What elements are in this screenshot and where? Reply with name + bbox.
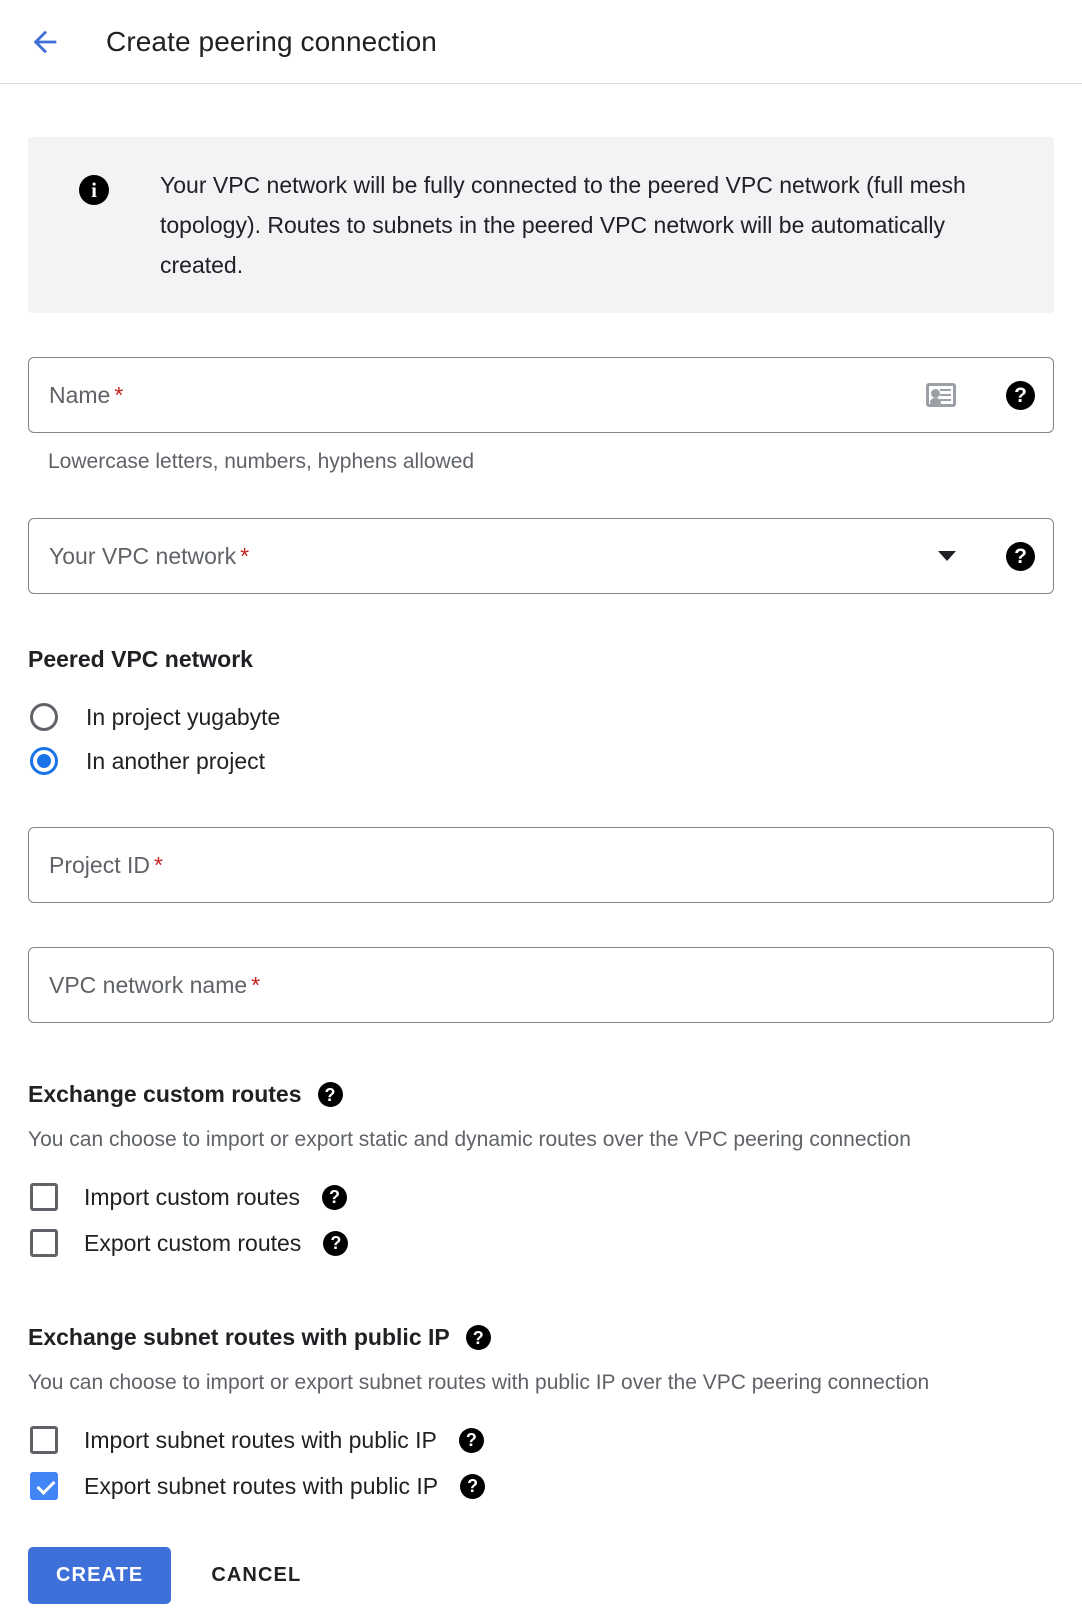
radio-label: In project yugabyte [86,703,281,730]
radio-in-another-project[interactable]: In another project [28,739,1054,783]
create-button[interactable]: CREATE [28,1547,172,1604]
back-arrow-glyph [33,30,57,53]
peered-vpc-network-title: Peered VPC network [28,646,1054,673]
page-title: Create peering connection [106,25,437,57]
checkbox-label: Import subnet routes with public IP [84,1426,437,1453]
back-arrow-icon[interactable] [22,19,68,65]
checkbox-export-subnet-routes-public-ip[interactable]: Export subnet routes with public IP ? [28,1463,1054,1509]
radio-in-project-yugabyte[interactable]: In project yugabyte [28,695,1054,739]
help-icon-exchange-subnet-routes[interactable]: ? [465,1325,491,1350]
exchange-custom-routes-description: You can choose to import or export stati… [28,1128,911,1151]
chevron-down-icon[interactable] [938,551,956,561]
form-actions: CREATE CANCEL [28,1547,1054,1624]
exchange-custom-routes-checkboxes: Import custom routes ? Export custom rou… [28,1174,1054,1266]
exchange-subnet-routes-title: Exchange subnet routes with public IP ? [28,1324,1054,1351]
cancel-button[interactable]: CANCEL [189,1547,323,1604]
page-header: Create peering connection [0,0,1082,84]
checkbox-box-icon[interactable] [30,1183,58,1211]
radio-circle-icon[interactable] [30,703,58,731]
name-input-label: Name * [49,381,124,408]
project-id-label: Project ID * [49,851,163,878]
help-icon-export-subnet-routes[interactable]: ? [460,1473,486,1499]
help-icon-import-subnet-routes[interactable]: ? [458,1427,484,1453]
your-vpc-network-select[interactable]: Your VPC network * ? [28,518,1054,594]
info-icon: i [79,175,109,205]
checkbox-label: Import custom routes [84,1183,301,1210]
info-icon-container: i [28,165,160,205]
checkbox-label: Export custom routes [84,1229,302,1256]
your-vpc-network-label: Your VPC network * [49,542,250,569]
exchange-custom-routes-section: Exchange custom routes ? You can choose … [28,1081,1054,1266]
exchange-subnet-routes-title-text: Exchange subnet routes with public IP [28,1324,450,1350]
exchange-subnet-routes-checkboxes: Import subnet routes with public IP ? Ex… [28,1417,1054,1509]
required-marker: * [251,971,261,998]
vpc-network-name-label: VPC network name * [49,971,261,998]
checkbox-box-icon[interactable] [30,1426,58,1454]
checkbox-label: Export subnet routes with public IP [84,1472,439,1499]
peered-vpc-network-title-text: Peered VPC network [28,646,253,672]
exchange-custom-routes-title: Exchange custom routes ? [28,1081,1054,1108]
checkbox-import-subnet-routes-public-ip[interactable]: Import subnet routes with public IP ? [28,1417,1054,1463]
info-banner-text: Your VPC network will be fully connected… [160,172,966,278]
help-icon-export-custom-routes[interactable]: ? [323,1230,349,1256]
help-icon-your-vpc-network[interactable]: ? [1006,541,1035,571]
required-marker: * [153,851,163,878]
project-id-input[interactable]: Project ID * [28,827,1054,903]
required-marker: * [240,542,250,569]
checkbox-import-custom-routes[interactable]: Import custom routes ? [28,1174,1054,1220]
help-icon-import-custom-routes[interactable]: ? [322,1184,348,1210]
peered-vpc-network-radio-group: In project yugabyte In another project [28,695,1054,783]
peered-vpc-network-section: Peered VPC network In project yugabyte I… [28,646,1054,783]
your-vpc-network-icons: ? [938,541,1035,571]
contact-card-icon[interactable] [926,383,956,407]
name-field-icons: ? [926,380,1035,410]
exchange-subnet-routes-section: Exchange subnet routes with public IP ? … [28,1324,1054,1509]
name-input[interactable]: Name * ? [28,357,1054,433]
radio-label: In another project [86,747,266,774]
exchange-custom-routes-title-text: Exchange custom routes [28,1081,302,1107]
checkbox-box-checked-icon[interactable] [30,1472,58,1500]
vpc-network-name-input[interactable]: VPC network name * [28,947,1054,1023]
help-icon-exchange-custom-routes[interactable]: ? [317,1082,343,1107]
form-content: i Your VPC network will be fully connect… [0,137,1082,1624]
radio-circle-selected-icon[interactable] [30,747,58,775]
checkbox-export-custom-routes[interactable]: Export custom routes ? [28,1220,1054,1266]
name-helper-text: Lowercase letters, numbers, hyphens allo… [48,450,475,473]
checkbox-box-icon[interactable] [30,1229,58,1257]
info-banner: i Your VPC network will be fully connect… [28,137,1054,313]
required-marker: * [114,381,124,408]
exchange-subnet-routes-description: You can choose to import or export subne… [28,1371,930,1394]
help-icon-name[interactable]: ? [1006,380,1035,410]
